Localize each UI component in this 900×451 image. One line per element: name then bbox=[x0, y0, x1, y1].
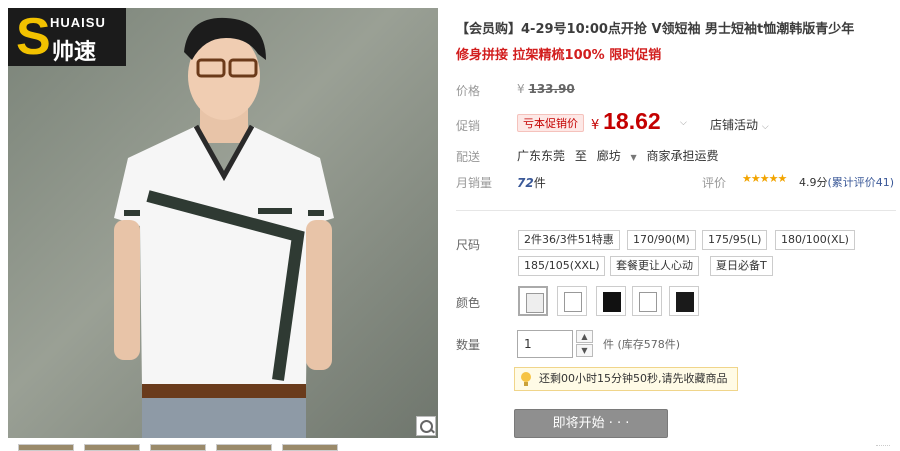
promo-price: ¥ 18.62 bbox=[591, 108, 661, 135]
price-label: 价格 bbox=[456, 84, 481, 98]
sales-count: 72 bbox=[517, 176, 534, 190]
size-option[interactable]: 2件36/3件51特惠 bbox=[518, 230, 620, 250]
color-label: 颜色 bbox=[456, 296, 481, 310]
countdown-notice: 还剩00小时15分钟50秒,请先收藏商品 bbox=[514, 367, 738, 391]
size-option[interactable]: 185/105(XXL) bbox=[518, 256, 606, 276]
destination-dropdown-icon[interactable]: ▼ bbox=[631, 153, 637, 162]
product-title: 【会员购】4-29号10:00点开抢 V领短袖 男士短袖t恤潮韩版青少年 bbox=[456, 22, 855, 37]
score-value: 4.9分 bbox=[799, 176, 828, 189]
product-subtitle: 修身拼接 拉架精梳100% 限时促销 bbox=[456, 48, 662, 63]
lightbulb-icon bbox=[521, 372, 531, 386]
original-price-value: 133.90 bbox=[528, 82, 575, 96]
color-swatch[interactable] bbox=[596, 286, 626, 316]
size-option[interactable]: 180/100(XL) bbox=[775, 230, 855, 250]
color-swatch[interactable] bbox=[518, 286, 548, 316]
promo-label: 促销 bbox=[456, 119, 481, 133]
brand-name-en: HUAISU bbox=[50, 15, 106, 30]
divider bbox=[876, 445, 890, 449]
store-activity-label: 店铺活动 bbox=[710, 118, 759, 132]
original-price: ¥ 133.90 bbox=[517, 82, 575, 96]
sales-label: 月销量 bbox=[456, 176, 493, 190]
thumbnail-strip bbox=[8, 444, 438, 451]
thumbnail[interactable] bbox=[216, 444, 272, 451]
thumbnail[interactable] bbox=[150, 444, 206, 451]
divider bbox=[456, 210, 896, 211]
shipping-fee: 商家承担运费 bbox=[646, 149, 719, 163]
brand-logo-letter: S bbox=[16, 8, 51, 66]
rating-label: 评价 bbox=[702, 176, 727, 190]
tshirt-icon bbox=[676, 292, 694, 312]
brand-logo: S HUAISU 帅速 bbox=[8, 8, 126, 66]
quantity-input[interactable]: 1 bbox=[517, 330, 573, 358]
quantity-increase-button[interactable]: ▲ bbox=[576, 330, 593, 343]
chevron-down-icon: ⌵ bbox=[761, 122, 769, 132]
buy-button[interactable]: 即将开始 · · · bbox=[514, 409, 668, 438]
product-photo bbox=[114, 17, 334, 438]
star-rating-icon: ★★★★★ bbox=[742, 172, 787, 185]
product-main-image[interactable]: S HUAISU 帅速 bbox=[8, 8, 438, 438]
thumbnail[interactable] bbox=[282, 444, 338, 451]
tshirt-icon bbox=[526, 293, 544, 313]
size-label: 尺码 bbox=[456, 238, 481, 252]
promo-price-value: 18.62 bbox=[603, 108, 661, 134]
monthly-sales: 72件 bbox=[517, 174, 546, 191]
stock-info: 件 (库存578件) bbox=[603, 338, 681, 351]
size-option[interactable]: 夏日必备T bbox=[710, 256, 773, 276]
product-info-panel: 【会员购】4-29号10:00点开抢 V领短袖 男士短袖t恤潮韩版青少年 修身拼… bbox=[456, 0, 900, 451]
store-activity-dropdown[interactable]: 店铺活动 ⌵ bbox=[710, 116, 769, 133]
color-swatch[interactable] bbox=[557, 286, 587, 316]
sales-unit: 件 bbox=[533, 176, 546, 190]
quantity-label: 数量 bbox=[456, 338, 481, 352]
tshirt-icon bbox=[564, 292, 582, 312]
zoom-icon[interactable] bbox=[416, 416, 436, 436]
shipping-label: 配送 bbox=[456, 150, 481, 164]
chevron-down-icon[interactable]: ⌵ bbox=[680, 118, 687, 128]
color-swatch[interactable] bbox=[632, 286, 662, 316]
size-option[interactable]: 170/90(M) bbox=[627, 230, 696, 250]
promo-currency-symbol: ¥ bbox=[591, 118, 600, 133]
shipping-to-word: 至 bbox=[574, 149, 587, 163]
review-count-link[interactable]: (累计评价41) bbox=[828, 176, 895, 189]
brand-name-cn: 帅速 bbox=[52, 39, 97, 64]
countdown-text: 还剩00小时15分钟50秒,请先收藏商品 bbox=[539, 372, 728, 385]
currency-symbol: ¥ bbox=[517, 82, 525, 96]
quantity-decrease-button[interactable]: ▼ bbox=[576, 344, 593, 357]
thumbnail[interactable] bbox=[18, 444, 74, 451]
promo-tag: 亏本促销价 bbox=[517, 114, 584, 132]
shipping-from: 广东东莞 bbox=[517, 149, 566, 163]
shipping-info: 广东东莞 至 廊坊 ▼ 商家承担运费 bbox=[517, 147, 725, 164]
rating-score: 4.9分(累计评价41) bbox=[799, 174, 894, 190]
size-option[interactable]: 套餐更让人心动 bbox=[610, 256, 699, 276]
tshirt-icon bbox=[639, 292, 657, 312]
shipping-destination[interactable]: 廊坊 bbox=[597, 149, 621, 163]
size-option[interactable]: 175/95(L) bbox=[702, 230, 768, 250]
tshirt-icon bbox=[603, 292, 621, 312]
color-swatch[interactable] bbox=[669, 286, 699, 316]
thumbnail[interactable] bbox=[84, 444, 140, 451]
